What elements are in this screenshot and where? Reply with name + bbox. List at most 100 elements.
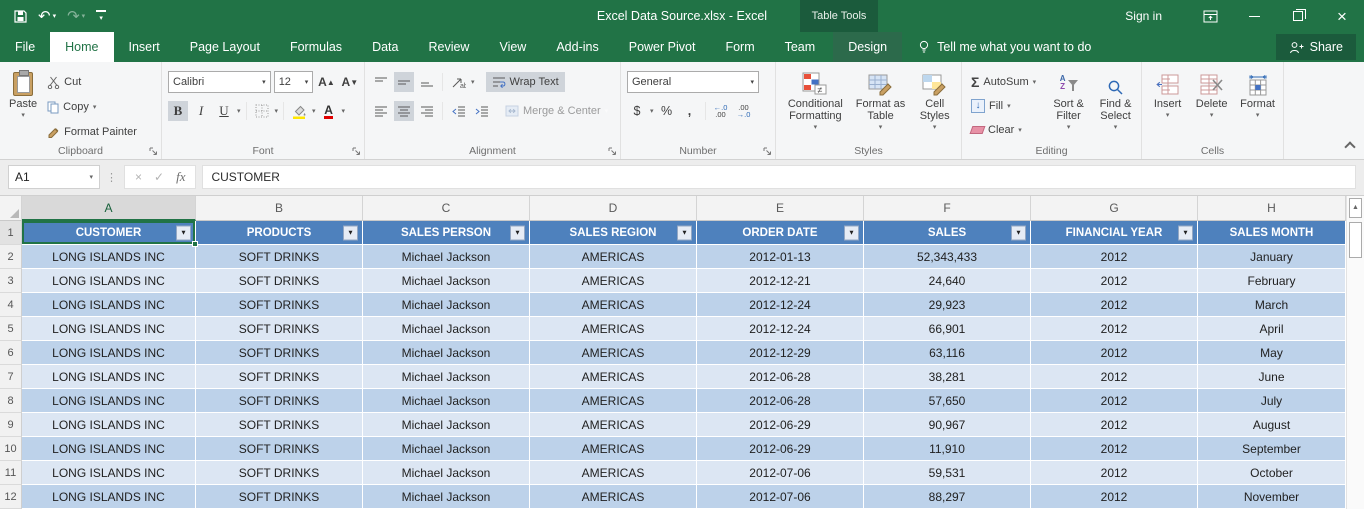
column-header-B[interactable]: B xyxy=(196,196,363,221)
decrease-decimal-button[interactable]: .00 →.0 xyxy=(734,101,754,121)
fill-handle[interactable] xyxy=(192,241,198,247)
cell-A2[interactable]: LONG ISLANDS INC xyxy=(22,245,196,269)
cell-H7[interactable]: June xyxy=(1198,365,1346,389)
cell-D10[interactable]: AMERICAS xyxy=(530,437,697,461)
undo-button[interactable]: ↶ ▾ xyxy=(38,9,56,24)
cell-F3[interactable]: 24,640 xyxy=(864,269,1031,293)
fill-color-button[interactable] xyxy=(289,101,309,121)
row-header-1[interactable]: 1 xyxy=(0,221,22,245)
cell-A4[interactable]: LONG ISLANDS INC xyxy=(22,293,196,317)
confirm-entry-icon[interactable]: ✓ xyxy=(154,170,164,184)
conditional-formatting-button[interactable]: ≠ Conditional Formatting ▾ xyxy=(782,68,849,143)
cut-button[interactable]: Cut xyxy=(44,71,140,93)
scrollbar-thumb[interactable] xyxy=(1349,222,1362,258)
cell-A6[interactable]: LONG ISLANDS INC xyxy=(22,341,196,365)
row-header-2[interactable]: 2 xyxy=(0,245,22,269)
tab-form[interactable]: Form xyxy=(710,32,769,62)
tab-power-pivot[interactable]: Power Pivot xyxy=(614,32,711,62)
table-header-cell-D1[interactable]: SALES REGION ▾ xyxy=(530,221,697,245)
cell-C9[interactable]: Michael Jackson xyxy=(363,413,530,437)
number-format-combobox[interactable]: General ▾ xyxy=(627,71,759,93)
font-dialog-launcher[interactable] xyxy=(352,147,361,156)
tab-data[interactable]: Data xyxy=(357,32,413,62)
insert-function-button[interactable]: fx xyxy=(176,169,185,185)
cell-B2[interactable]: SOFT DRINKS xyxy=(196,245,363,269)
cell-A12[interactable]: LONG ISLANDS INC xyxy=(22,485,196,509)
percent-style-button[interactable]: % xyxy=(657,101,677,121)
cell-C12[interactable]: Michael Jackson xyxy=(363,485,530,509)
cell-G11[interactable]: 2012 xyxy=(1031,461,1198,485)
cell-H2[interactable]: January xyxy=(1198,245,1346,269)
cell-B8[interactable]: SOFT DRINKS xyxy=(196,389,363,413)
cell-F5[interactable]: 66,901 xyxy=(864,317,1031,341)
cell-B3[interactable]: SOFT DRINKS xyxy=(196,269,363,293)
font-color-button[interactable]: A xyxy=(319,101,339,121)
format-as-table-button[interactable]: Format as Table ▾ xyxy=(853,68,909,143)
minimize-button[interactable] xyxy=(1232,0,1276,32)
delete-cells-button[interactable]: Delete ▾ xyxy=(1191,68,1232,143)
cell-E2[interactable]: 2012-01-13 xyxy=(697,245,864,269)
tab-team[interactable]: Team xyxy=(770,32,831,62)
cell-F8[interactable]: 57,650 xyxy=(864,389,1031,413)
filter-button[interactable]: ▾ xyxy=(1178,225,1193,240)
table-header-cell-H1[interactable]: SALES MONTH xyxy=(1198,221,1346,245)
cell-G6[interactable]: 2012 xyxy=(1031,341,1198,365)
filter-button[interactable]: ▾ xyxy=(1011,225,1026,240)
filter-button[interactable]: ▾ xyxy=(844,225,859,240)
cell-D2[interactable]: AMERICAS xyxy=(530,245,697,269)
table-header-cell-E1[interactable]: ORDER DATE ▾ xyxy=(697,221,864,245)
row-header-6[interactable]: 6 xyxy=(0,341,22,365)
sign-in-link[interactable]: Sign in xyxy=(1115,9,1188,23)
cell-C8[interactable]: Michael Jackson xyxy=(363,389,530,413)
cell-C11[interactable]: Michael Jackson xyxy=(363,461,530,485)
align-middle-button[interactable] xyxy=(394,72,414,92)
align-bottom-button[interactable] xyxy=(417,72,437,92)
merge-center-button[interactable]: Merge & Center ▾ xyxy=(502,100,611,122)
cell-G12[interactable]: 2012 xyxy=(1031,485,1198,509)
cell-D11[interactable]: AMERICAS xyxy=(530,461,697,485)
cell-H4[interactable]: March xyxy=(1198,293,1346,317)
cell-F4[interactable]: 29,923 xyxy=(864,293,1031,317)
number-dialog-launcher[interactable] xyxy=(763,147,772,156)
cell-H12[interactable]: November xyxy=(1198,485,1346,509)
cell-C4[interactable]: Michael Jackson xyxy=(363,293,530,317)
cell-D12[interactable]: AMERICAS xyxy=(530,485,697,509)
format-painter-button[interactable]: Format Painter xyxy=(44,121,140,143)
cell-E9[interactable]: 2012-06-29 xyxy=(697,413,864,437)
increase-indent-button[interactable] xyxy=(471,101,491,121)
alignment-dialog-launcher[interactable] xyxy=(608,147,617,156)
column-header-D[interactable]: D xyxy=(530,196,697,221)
formula-bar-splitter[interactable]: ⋮ xyxy=(106,171,118,184)
tab-file[interactable]: File xyxy=(0,32,50,62)
insert-cells-button[interactable]: Insert ▾ xyxy=(1148,68,1187,143)
align-left-button[interactable] xyxy=(371,101,391,121)
cell-B7[interactable]: SOFT DRINKS xyxy=(196,365,363,389)
decrease-font-size-button[interactable]: A ▼ xyxy=(340,72,360,92)
cell-G8[interactable]: 2012 xyxy=(1031,389,1198,413)
cell-C3[interactable]: Michael Jackson xyxy=(363,269,530,293)
cell-F2[interactable]: 52,343,433 xyxy=(864,245,1031,269)
cell-B10[interactable]: SOFT DRINKS xyxy=(196,437,363,461)
tab-design[interactable]: Design xyxy=(833,32,903,62)
redo-button[interactable]: ↷ ▾ xyxy=(67,9,85,24)
cell-G7[interactable]: 2012 xyxy=(1031,365,1198,389)
cell-C2[interactable]: Michael Jackson xyxy=(363,245,530,269)
cell-F7[interactable]: 38,281 xyxy=(864,365,1031,389)
cell-styles-button[interactable]: Cell Styles ▾ xyxy=(912,68,957,143)
cell-F10[interactable]: 11,910 xyxy=(864,437,1031,461)
row-header-11[interactable]: 11 xyxy=(0,461,22,485)
column-header-E[interactable]: E xyxy=(697,196,864,221)
font-name-combobox[interactable]: Calibri ▾ xyxy=(168,71,271,93)
cell-H3[interactable]: February xyxy=(1198,269,1346,293)
cell-B12[interactable]: SOFT DRINKS xyxy=(196,485,363,509)
filter-button[interactable]: ▾ xyxy=(343,225,358,240)
align-top-button[interactable] xyxy=(371,72,391,92)
tab-formulas[interactable]: Formulas xyxy=(275,32,357,62)
table-header-cell-B1[interactable]: PRODUCTS ▾ xyxy=(196,221,363,245)
tell-me-box[interactable]: Tell me what you want to do xyxy=(902,32,1107,62)
cell-A7[interactable]: LONG ISLANDS INC xyxy=(22,365,196,389)
scroll-up-arrow-icon[interactable]: ▲ xyxy=(1349,198,1362,218)
orientation-button[interactable]: ab xyxy=(448,72,468,92)
tab-insert[interactable]: Insert xyxy=(114,32,175,62)
cell-G2[interactable]: 2012 xyxy=(1031,245,1198,269)
